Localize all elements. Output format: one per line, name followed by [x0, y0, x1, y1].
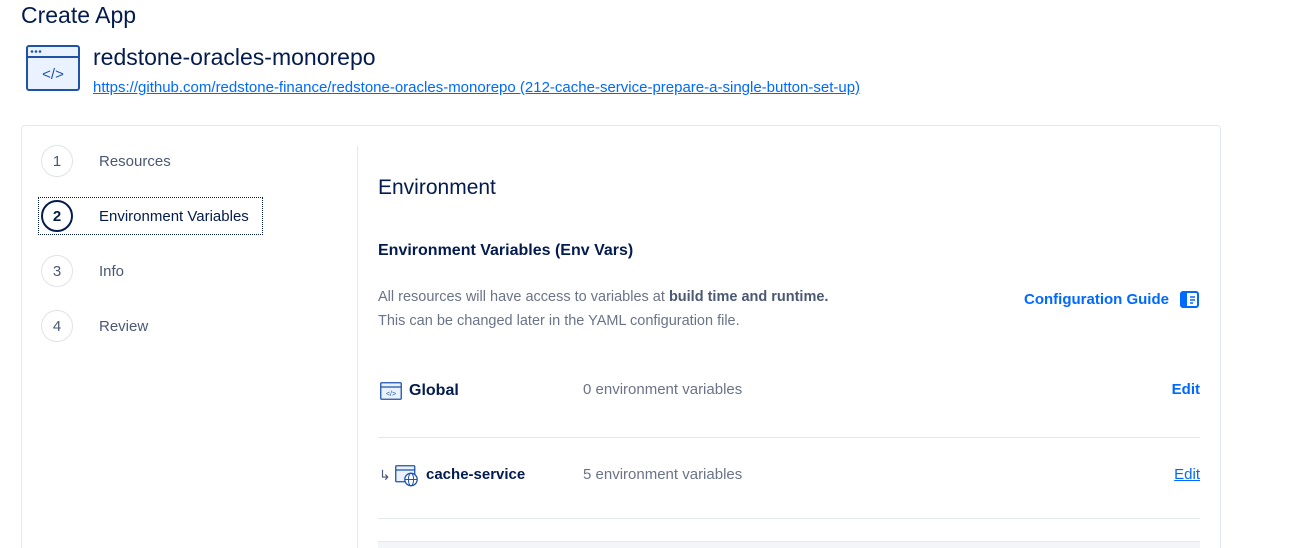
svg-text:</>: </>	[386, 391, 396, 398]
code-window-icon: </>	[26, 45, 80, 91]
step-number: 1	[41, 145, 73, 177]
env-row-count: 0 environment variables	[583, 381, 743, 398]
vertical-divider	[357, 146, 358, 548]
step-number: 3	[41, 255, 73, 287]
bottom-panel	[378, 541, 1200, 548]
step-environment-variables[interactable]: 2 Environment Variables	[41, 200, 249, 232]
step-resources[interactable]: 1 Resources	[41, 145, 171, 177]
step-label: Environment Variables	[99, 207, 249, 225]
env-row-name: cache-service	[426, 466, 526, 483]
row-divider	[378, 437, 1200, 438]
env-row-cache-service: ↳ cache-service 5 environment variables …	[378, 463, 1200, 489]
repo-name: redstone-oracles-monorepo	[93, 44, 376, 70]
code-window-icon: </>	[380, 382, 402, 400]
row-divider	[378, 518, 1200, 519]
configuration-guide-link[interactable]: Configuration Guide	[1024, 291, 1199, 308]
step-number: 4	[41, 310, 73, 342]
repo-link[interactable]: https://github.com/redstone-finance/reds…	[93, 79, 860, 96]
step-label: Review	[99, 317, 149, 335]
book-icon	[1179, 291, 1199, 308]
env-row-name: Global	[409, 382, 459, 399]
edit-cache-service-button[interactable]: Edit	[1174, 466, 1200, 483]
configuration-guide-label: Configuration Guide	[1024, 291, 1169, 308]
nested-arrow: ↳	[379, 467, 391, 483]
step-label: Info	[99, 262, 125, 280]
edit-global-button[interactable]: Edit	[1172, 381, 1200, 398]
env-vars-heading: Environment Variables (Env Vars)	[378, 242, 634, 259]
step-number: 2	[41, 200, 73, 232]
page-title: Create App	[21, 2, 137, 28]
web-service-icon	[395, 465, 418, 487]
svg-text:</>: </>	[42, 66, 64, 83]
section-title: Environment	[378, 176, 496, 199]
step-label: Resources	[99, 152, 171, 170]
step-review[interactable]: 4 Review	[41, 310, 148, 342]
env-row-count: 5 environment variables	[583, 466, 743, 483]
env-row-global: </> Global 0 environment variables Edit	[378, 378, 1200, 404]
step-info[interactable]: 3 Info	[41, 255, 124, 287]
env-vars-description: All resources will have access to variab…	[378, 289, 829, 329]
